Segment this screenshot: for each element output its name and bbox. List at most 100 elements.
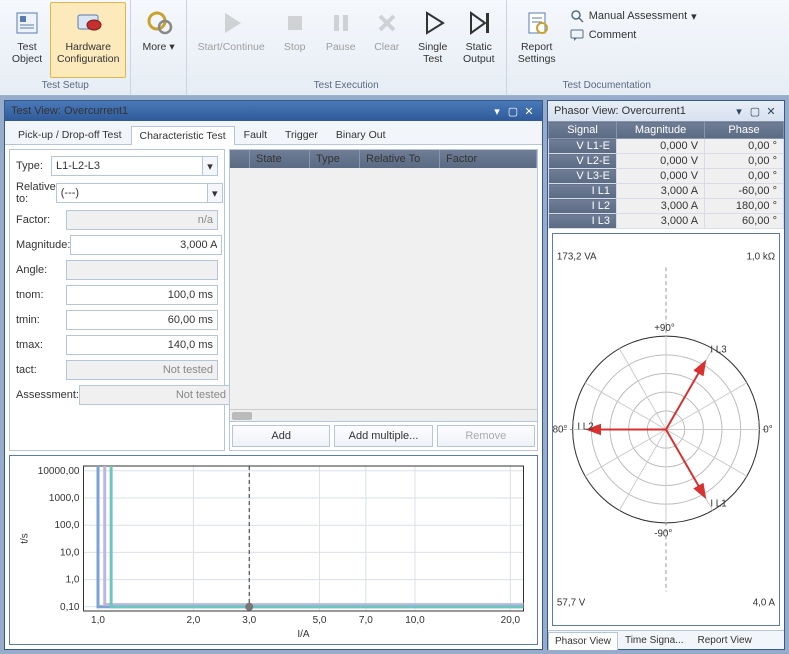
label: HardwareConfiguration [57, 41, 119, 65]
svg-text:0°: 0° [763, 424, 772, 435]
stop-button[interactable]: Stop [272, 2, 318, 78]
grid-header: State Type Relative To Factor [230, 150, 537, 168]
pause-icon [325, 7, 357, 39]
tmin-field[interactable] [66, 310, 218, 330]
type-select[interactable] [51, 156, 202, 176]
svg-text:10000,00: 10000,00 [38, 466, 80, 477]
phasor-diagram[interactable]: +90° -90° 180° 0° I L1 I L2 I L3 173,2 VA 1,0 kΩ… [552, 233, 780, 626]
close-icon[interactable]: ✕ [522, 104, 536, 118]
label: More ▾ [142, 41, 174, 53]
dropdown-icon[interactable]: ▾ [490, 104, 504, 118]
tnom-field[interactable] [66, 285, 218, 305]
svg-text:57,7 V: 57,7 V [557, 597, 586, 608]
test-view-pane: Test View: Overcurrent1 ▾ ▢ ✕ Pick-up / … [4, 100, 543, 650]
grid-body[interactable] [230, 168, 537, 409]
search-icon [569, 8, 585, 24]
group-label: Test Documentation [563, 78, 651, 93]
tab-fault[interactable]: Fault [235, 125, 276, 144]
comment-button[interactable]: Comment [569, 27, 697, 43]
phasor-tabs: Phasor View Time Signa... Report View [548, 630, 784, 649]
svg-text:+90°: +90° [654, 323, 675, 334]
svg-text:1,0 kΩ: 1,0 kΩ [746, 252, 775, 263]
clear-button[interactable]: Clear [364, 2, 410, 78]
test-points-grid: State Type Relative To Factor Add Add mu… [229, 149, 538, 451]
horizontal-scrollbar[interactable] [230, 409, 537, 421]
comment-icon [569, 27, 585, 43]
gear-icon [143, 7, 175, 39]
playbar-icon [463, 7, 495, 39]
report-settings-button[interactable]: ReportSettings [511, 2, 563, 78]
phasor-view-pane: Phasor View: Overcurrent1 ▾ ▢ ✕ SignalMa… [547, 100, 785, 650]
svg-text:1000,0: 1000,0 [49, 493, 80, 504]
tab-phasor-view[interactable]: Phasor View [548, 632, 618, 650]
add-multiple-button[interactable]: Add multiple... [334, 425, 432, 447]
table-row: V L3-E0,000 V0,00 ° [549, 169, 784, 184]
pane-title: Test View: Overcurrent1 [11, 105, 488, 117]
hardware-config-icon [72, 7, 104, 39]
svg-text:2,0: 2,0 [186, 615, 200, 626]
characteristic-form: Type:▾ Relative to:▾ Factor: Magnitude: … [9, 149, 225, 451]
chevron-down-icon: ▾ [691, 10, 697, 23]
svg-text:I L3: I L3 [710, 345, 727, 356]
svg-text:1,0: 1,0 [66, 575, 80, 586]
single-test-button[interactable]: SingleTest [410, 2, 456, 78]
phasor-table: SignalMagnitudePhase V L1-E0,000 V0,00 °… [548, 121, 784, 229]
pane-title: Phasor View: Overcurrent1 [554, 105, 730, 117]
svg-text:10,0: 10,0 [60, 547, 80, 558]
manual-assessment-button[interactable]: Manual Assessment ▾ [569, 8, 697, 24]
svg-text:t/s: t/s [20, 533, 31, 544]
svg-text:3,0: 3,0 [242, 615, 256, 626]
svg-text:I/A: I/A [297, 629, 310, 640]
chevron-down-icon[interactable]: ▾ [207, 183, 223, 203]
assessment-field [79, 385, 231, 405]
svg-text:7,0: 7,0 [359, 615, 373, 626]
table-row: I L13,000 A-60,00 ° [549, 184, 784, 199]
more-button[interactable]: More ▾ [135, 2, 181, 78]
play-icon [215, 7, 247, 39]
tmax-field[interactable] [66, 335, 218, 355]
stop-icon [279, 7, 311, 39]
group-label: Test Setup [42, 78, 89, 93]
tab-time-signal[interactable]: Time Signa... [618, 631, 691, 649]
svg-text:I L2: I L2 [577, 422, 593, 433]
tab-binary-out[interactable]: Binary Out [327, 125, 395, 144]
pin-icon[interactable]: ▢ [506, 104, 520, 118]
dropdown-icon[interactable]: ▾ [732, 104, 746, 118]
characteristic-chart[interactable]: 1,02,03,05,07,010,020,00,101,010,0100,01… [9, 455, 538, 645]
tab-trigger[interactable]: Trigger [276, 125, 327, 144]
test-object-button[interactable]: TestObject [4, 2, 50, 78]
close-icon[interactable]: ✕ [764, 104, 778, 118]
start-button[interactable]: Start/Continue [191, 2, 272, 78]
test-view-titlebar: Test View: Overcurrent1 ▾ ▢ ✕ [5, 101, 542, 121]
label: TestObject [12, 41, 42, 65]
pause-button[interactable]: Pause [318, 2, 364, 78]
play-outline-icon [417, 7, 449, 39]
svg-text:180°: 180° [553, 424, 567, 435]
report-icon [521, 7, 553, 39]
tact-field [66, 360, 218, 380]
static-output-button[interactable]: StaticOutput [456, 2, 502, 78]
svg-text:4,0 A: 4,0 A [753, 597, 776, 608]
svg-text:173,2 VA: 173,2 VA [557, 252, 597, 263]
svg-text:I L1: I L1 [710, 498, 726, 509]
svg-text:10,0: 10,0 [405, 615, 425, 626]
tab-characteristic[interactable]: Characteristic Test [131, 126, 235, 145]
add-button[interactable]: Add [232, 425, 330, 447]
test-view-tabs: Pick-up / Drop-off Test Characteristic T… [5, 121, 542, 145]
svg-text:20,0: 20,0 [501, 615, 521, 626]
angle-field [66, 260, 218, 280]
hardware-config-button[interactable]: HardwareConfiguration [50, 2, 126, 78]
svg-text:5,0: 5,0 [313, 615, 327, 626]
x-icon [371, 7, 403, 39]
pin-icon[interactable]: ▢ [748, 104, 762, 118]
table-row: I L33,000 A60,00 ° [549, 214, 784, 229]
svg-text:-90°: -90° [654, 529, 672, 540]
table-row: I L23,000 A180,00 ° [549, 199, 784, 214]
tab-report-view[interactable]: Report View [691, 631, 759, 649]
tab-pickup[interactable]: Pick-up / Drop-off Test [9, 125, 131, 144]
relative-select[interactable] [56, 183, 207, 203]
chevron-down-icon[interactable]: ▾ [202, 156, 218, 176]
magnitude-field[interactable] [70, 235, 222, 255]
remove-button[interactable]: Remove [437, 425, 535, 447]
table-row: V L1-E0,000 V0,00 ° [549, 139, 784, 154]
